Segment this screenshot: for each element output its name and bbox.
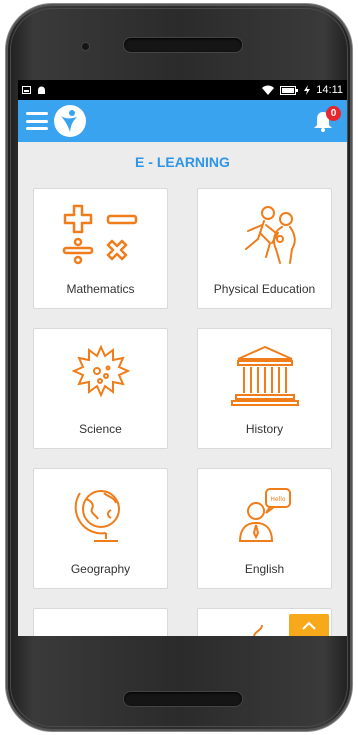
sun-cell-icon xyxy=(71,344,130,398)
speech-hello-icon: Hello xyxy=(238,488,291,542)
section-title: E - LEARNING xyxy=(135,154,230,170)
app-screen: 14:11 0 E - LEARNING Mathematics Physica… xyxy=(18,80,347,636)
globe-icon xyxy=(74,490,120,542)
subject-label: History xyxy=(245,422,284,436)
android-icon xyxy=(38,86,45,94)
subject-label: Physical Education xyxy=(213,282,316,296)
front-camera xyxy=(82,43,89,50)
subject-label: Science xyxy=(79,422,122,436)
hindi-letter-icon xyxy=(56,623,146,636)
hamburger-menu-icon[interactable] xyxy=(26,112,48,130)
subject-card-hindi[interactable] xyxy=(33,608,168,636)
app-bar: 0 xyxy=(18,100,347,142)
battery-icon xyxy=(280,85,299,95)
wifi-icon xyxy=(262,85,275,95)
svg-text:Hello: Hello xyxy=(270,496,286,503)
chevron-up-icon xyxy=(302,621,316,630)
subject-card-english[interactable]: Hello English xyxy=(197,468,332,589)
status-bar: 14:11 xyxy=(18,80,347,100)
app-logo-icon[interactable] xyxy=(54,105,86,137)
clock: 14:11 xyxy=(316,84,343,96)
subject-card-science[interactable]: Science xyxy=(33,328,168,449)
math-operators-icon xyxy=(62,204,137,265)
subject-label: Mathematics xyxy=(66,282,135,296)
scroll-to-top-button[interactable] xyxy=(289,614,329,636)
earpiece-speaker xyxy=(124,38,242,52)
subject-label: Geography xyxy=(70,562,131,576)
subject-card-physical-education[interactable]: Physical Education xyxy=(197,188,332,309)
subject-card-mathematics[interactable]: Mathematics xyxy=(33,188,168,309)
notification-badge: 0 xyxy=(326,106,341,121)
charging-icon xyxy=(304,85,311,95)
temple-icon xyxy=(230,345,299,406)
bottom-speaker xyxy=(124,692,242,706)
subject-card-geography[interactable]: Geography xyxy=(33,468,168,589)
subject-label: English xyxy=(244,562,285,576)
subject-card-history[interactable]: History xyxy=(197,328,332,449)
gallery-icon xyxy=(22,86,31,94)
athletes-icon xyxy=(244,206,296,264)
